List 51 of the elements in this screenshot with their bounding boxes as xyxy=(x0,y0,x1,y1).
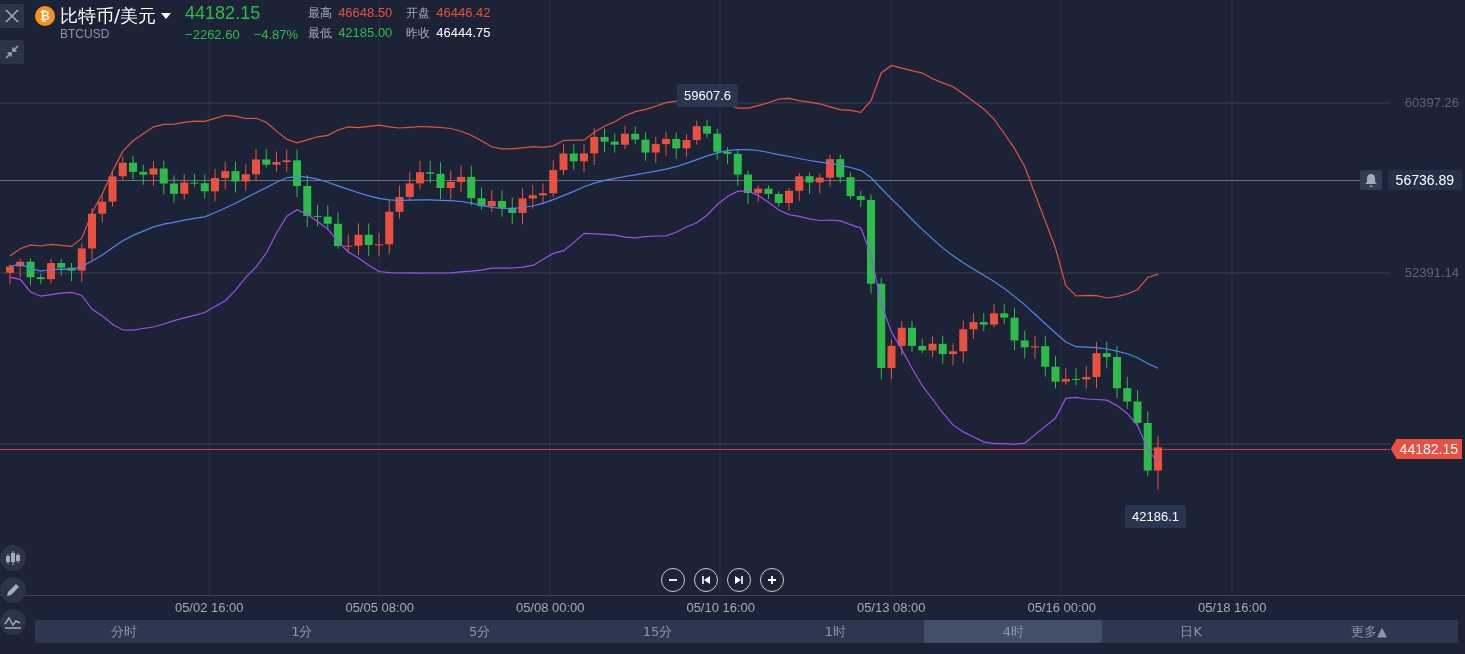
bell-icon xyxy=(1363,173,1378,187)
skip-forward-icon xyxy=(732,573,746,587)
time-axis-label: 05/02 16:00 xyxy=(173,599,245,615)
symbol-code: BTCUSD xyxy=(60,27,111,41)
percent-change: −4.87% xyxy=(253,27,299,42)
price-axis-label: 52391.14 xyxy=(1404,265,1459,280)
coin-logo: ₿ xyxy=(35,6,55,26)
stat-value: 46444.75 xyxy=(436,25,491,42)
time-axis-label: 05/05 08:00 xyxy=(344,599,416,615)
indicator-button[interactable] xyxy=(0,609,26,635)
last-price: 44182.15 xyxy=(185,3,262,24)
stat-value: 42185.00 xyxy=(338,25,393,42)
period-tab[interactable]: 更多▲ xyxy=(1280,620,1458,643)
symbol-name[interactable]: 比特币/美元 xyxy=(60,4,157,28)
dropdown-caret-icon xyxy=(161,13,172,19)
time-axis-label: 05/18 16:00 xyxy=(1196,599,1268,615)
time-axis-label: 05/13 08:00 xyxy=(855,599,927,615)
period-tab[interactable]: 日K xyxy=(1102,620,1281,643)
collapse-arrows-icon xyxy=(5,45,19,59)
crosshair-price-label: 56736.89 xyxy=(1387,170,1462,190)
period-tab[interactable]: 1分 xyxy=(212,620,391,643)
high-price-marker: 59607.6 xyxy=(677,84,738,107)
stat-label: 昨收 xyxy=(406,25,431,42)
draw-tool-button[interactable] xyxy=(0,577,26,603)
alert-button[interactable] xyxy=(1359,170,1382,190)
price-axis-label: 60397.26 xyxy=(1404,95,1459,110)
current-price-tag: 44182.15 xyxy=(1390,439,1462,459)
period-tab[interactable]: 5分 xyxy=(390,620,569,643)
pencil-icon xyxy=(5,582,21,598)
price-change: −2262.60 xyxy=(185,27,240,42)
candle-type-button[interactable] xyxy=(0,545,26,571)
plus-icon xyxy=(765,573,779,587)
low-price-marker: 42186.1 xyxy=(1125,505,1186,528)
time-axis-label: 05/16 00:00 xyxy=(1026,599,1098,615)
close-icon xyxy=(5,9,19,23)
indicator-line-icon xyxy=(4,614,22,630)
stat-label: 最低 xyxy=(308,25,333,42)
collapse-button[interactable] xyxy=(0,40,24,64)
stat-value: 46648.50 xyxy=(338,5,393,22)
stat-label: 最高 xyxy=(308,5,333,22)
stat-label: 开盘 xyxy=(406,5,431,22)
candlestick-icon xyxy=(5,550,21,566)
close-button[interactable] xyxy=(0,4,24,28)
period-tab[interactable]: 1时 xyxy=(746,620,925,643)
time-axis-label: 05/10 16:00 xyxy=(685,599,757,615)
period-tab[interactable]: 15分 xyxy=(568,620,747,643)
skip-back-icon xyxy=(699,573,713,587)
period-tab[interactable]: 4时 xyxy=(924,620,1103,643)
stat-value: 46446.42 xyxy=(436,5,491,22)
time-axis-label: 05/08 00:00 xyxy=(514,599,586,615)
period-tab[interactable]: 分时 xyxy=(35,620,213,643)
